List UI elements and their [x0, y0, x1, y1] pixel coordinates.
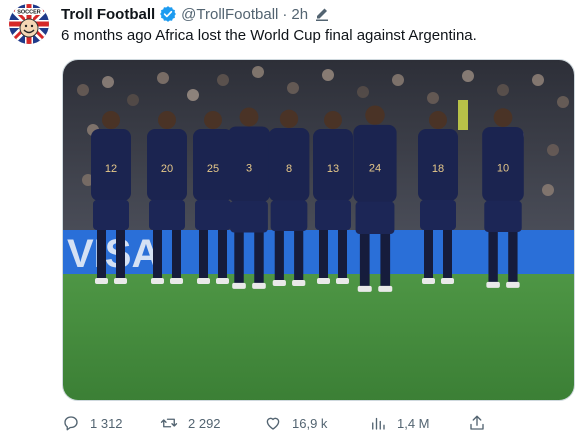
edit-pencil-icon — [314, 6, 330, 22]
tweet: SOCCER Troll Football @TrollFootball · 2… — [0, 0, 587, 435]
union-jack-avatar-icon: SOCCER — [9, 4, 49, 44]
player-number: 24 — [369, 162, 381, 174]
retweet-count: 2 292 — [188, 415, 221, 431]
player-number: 8 — [286, 163, 292, 175]
reply-icon — [64, 416, 78, 431]
reply-button[interactable]: 1 312 — [62, 412, 123, 434]
views-button[interactable]: 1,4 M — [369, 412, 430, 434]
heart-icon — [266, 417, 280, 430]
share-button[interactable] — [468, 412, 496, 434]
retweet-icon — [160, 418, 178, 428]
retweet-button[interactable]: 2 292 — [160, 412, 221, 434]
avatar-text: SOCCER — [17, 10, 41, 16]
share-icon — [470, 415, 484, 430]
player-number: 20 — [161, 163, 173, 175]
team-photo-image: VISA 12 20 25 3 8 13 24 18 10 — [63, 60, 574, 400]
tweet-photo[interactable]: VISA 12 20 25 3 8 13 24 18 10 — [62, 59, 575, 401]
author-name[interactable]: Troll Football — [61, 6, 155, 23]
player-number: 25 — [207, 163, 219, 175]
like-count: 16,9 k — [292, 415, 328, 431]
player-number: 13 — [327, 163, 339, 175]
tweet-text: 6 months ago Africa lost the World Cup f… — [61, 27, 477, 44]
header-separator: · — [282, 5, 288, 23]
reply-count: 1 312 — [90, 415, 123, 431]
author-handle[interactable]: @TrollFootball — [181, 6, 278, 23]
tweet-timestamp[interactable]: 2h — [291, 6, 308, 23]
player-number: 12 — [105, 163, 117, 175]
tweet-header: Troll Football @TrollFootball · 2h — [61, 4, 330, 24]
views-count: 1,4 M — [397, 415, 430, 431]
pitch — [63, 274, 574, 400]
like-button[interactable]: 16,9 k — [264, 412, 327, 434]
verified-badge-icon — [159, 5, 177, 23]
tweet-actions: 1 312 2 292 16,9 k 1,4 M — [62, 412, 582, 434]
player-number: 18 — [432, 163, 444, 175]
player-number: 3 — [246, 163, 252, 175]
player-number: 10 — [497, 163, 509, 175]
avatar[interactable]: SOCCER — [9, 4, 49, 44]
ad-board-text: VISA — [67, 232, 160, 276]
views-chart-icon — [372, 417, 385, 430]
